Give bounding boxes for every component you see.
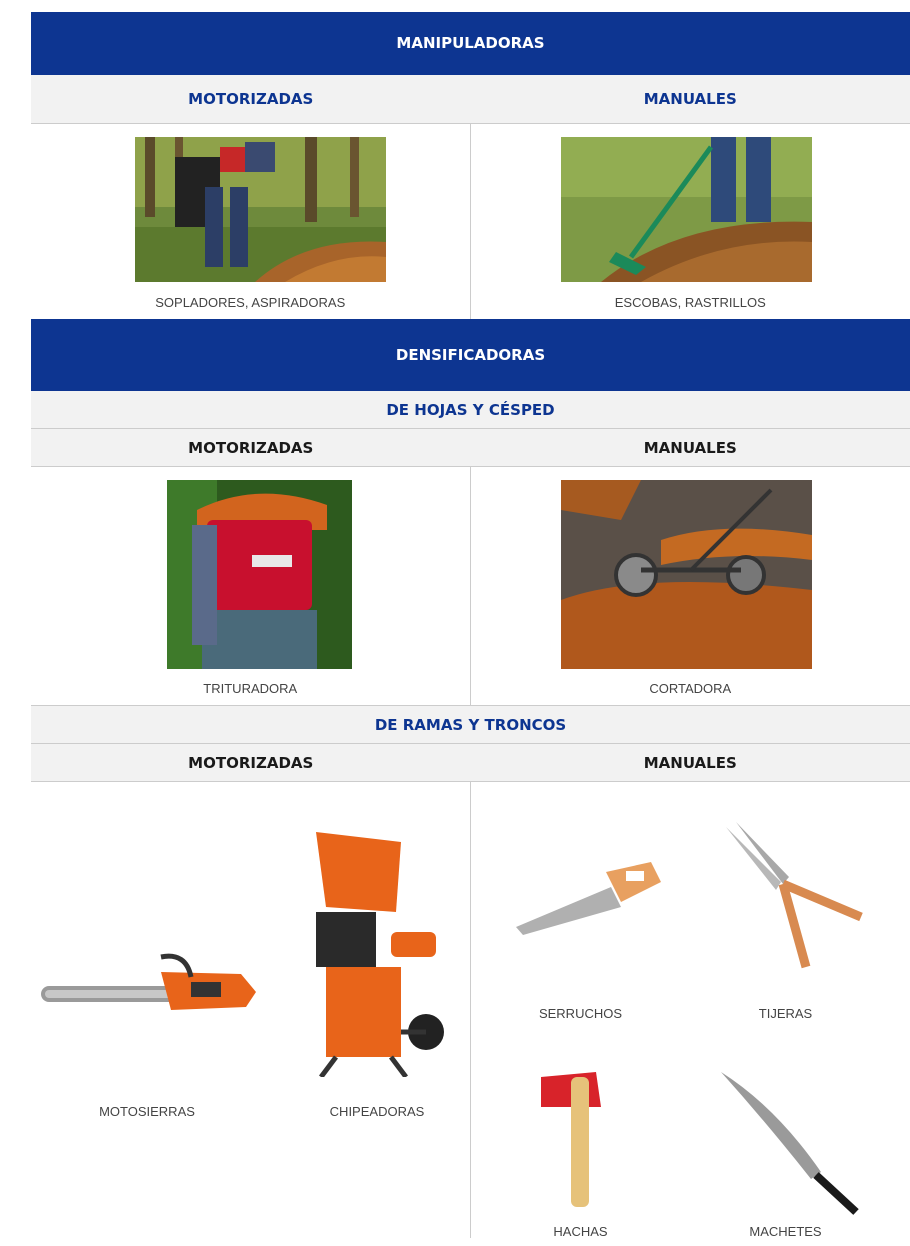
header-motorizadas: MOTORIZADAS	[188, 90, 314, 108]
header-row-hojas: MOTORIZADAS MANUALES	[31, 429, 910, 467]
section-title-densificadoras: DENSIFICADORAS	[31, 319, 910, 391]
saw-image	[511, 857, 661, 937]
row-manipuladoras: SOPLADORES, ASPIRADORAS ESCOBAS, RASTRIL…	[31, 124, 910, 319]
caption-sopladores: SOPLADORES, ASPIRADORAS	[155, 295, 346, 310]
axe-image	[531, 1072, 651, 1212]
shears-image	[721, 822, 871, 972]
caption-machetes: MACHETES	[749, 1224, 822, 1239]
row-hojas: TRITURADORA CORTADORA	[31, 467, 910, 705]
photo-rake	[560, 137, 812, 282]
row-ramas: MOTOSIERRAS CHIPEADORAS SERRUCHOS TIJERA…	[31, 782, 910, 1239]
caption-motosierras: MOTOSIERRAS	[99, 1104, 195, 1119]
cell-escobas: ESCOBAS, RASTRILLOS	[471, 124, 910, 319]
cell-trituradora: TRITURADORA	[31, 467, 471, 705]
caption-cortadora: CORTADORA	[649, 681, 732, 696]
caption-tijeras: TIJERAS	[758, 1006, 813, 1021]
cell-cortadora: CORTADORA	[471, 467, 910, 705]
header-row-manipuladoras: MOTORIZADAS MANUALES	[31, 75, 910, 124]
tools-table: MANIPULADORAS MOTORIZADAS MANUALES SOPLA…	[31, 12, 910, 1239]
caption-hachas: HACHAS	[553, 1224, 608, 1239]
chainsaw-image	[41, 952, 261, 1032]
cell-ramas-motorizadas: MOTOSIERRAS CHIPEADORAS	[31, 782, 471, 1238]
subheader-ramas-label: DE RAMAS Y TRONCOS	[374, 716, 567, 734]
machete-image	[716, 1067, 866, 1217]
photo-leaf-cutter	[560, 480, 812, 669]
subheader-hojas: DE HOJAS Y CÉSPED	[31, 391, 910, 429]
cell-ramas-manuales: SERRUCHOS TIJERAS HACHAS MACHETES	[471, 782, 910, 1239]
header-manuales-hojas: MANUALES	[643, 439, 737, 457]
caption-chipeadoras: CHIPEADORAS	[329, 1104, 425, 1119]
header-motorizadas-hojas: MOTORIZADAS	[188, 439, 314, 457]
caption-serruchos: SERRUCHOS	[538, 1006, 623, 1021]
chipper-image	[296, 832, 446, 1077]
section-title-manipuladoras: MANIPULADORAS	[31, 12, 910, 75]
caption-escobas: ESCOBAS, RASTRILLOS	[614, 295, 766, 310]
photo-leaf-blower	[135, 137, 386, 282]
caption-trituradora: TRITURADORA	[203, 681, 298, 696]
subheader-hojas-label: DE HOJAS Y CÉSPED	[386, 401, 555, 419]
header-manuales-ramas: MANUALES	[643, 754, 737, 772]
header-manuales: MANUALES	[643, 90, 737, 108]
cell-sopladores: SOPLADORES, ASPIRADORAS	[31, 124, 471, 319]
subheader-ramas: DE RAMAS Y TRONCOS	[31, 705, 910, 744]
header-row-ramas: MOTORIZADAS MANUALES	[31, 744, 910, 782]
photo-shredder	[167, 480, 352, 669]
header-motorizadas-ramas: MOTORIZADAS	[188, 754, 314, 772]
